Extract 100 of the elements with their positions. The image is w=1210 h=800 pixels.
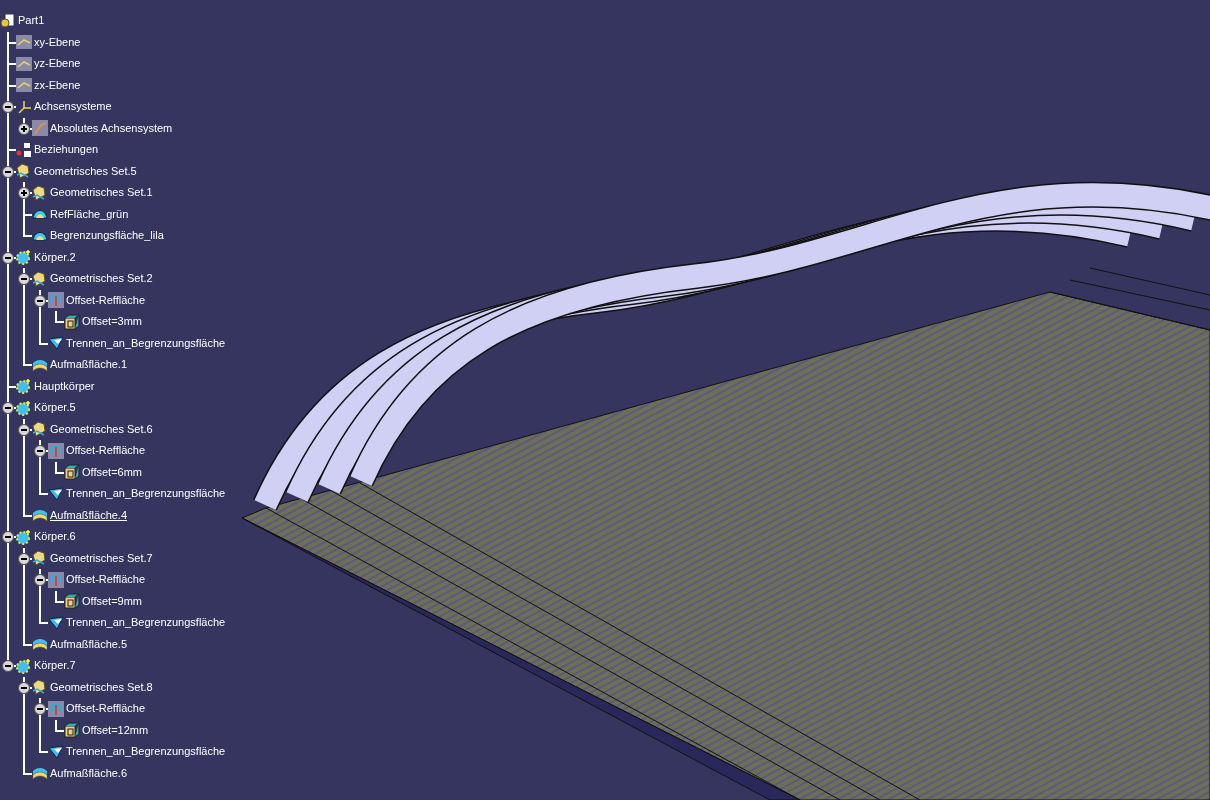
tree-node[interactable]: Geometrisches Set.1 <box>32 182 226 204</box>
cube-icon <box>64 593 80 610</box>
tree-node[interactable]: Offset-Reffläche <box>48 289 226 311</box>
node-label: Begrenzungsfläche_lila <box>50 230 164 242</box>
node-label: Geometrisches Set.5 <box>34 165 137 177</box>
collapse-toggle[interactable] <box>18 273 30 285</box>
collapse-toggle[interactable] <box>18 552 30 565</box>
tree-node[interactable]: Aufmaßfläche.4 <box>32 504 226 526</box>
collapse-toggle[interactable] <box>2 531 14 543</box>
node-label: Geometrisches Set.2 <box>50 273 153 285</box>
collapse-toggle[interactable] <box>34 703 46 715</box>
node-label: Geometrisches Set.1 <box>50 187 153 199</box>
collapse-toggle[interactable] <box>34 294 46 307</box>
offset-surface-icon <box>48 292 64 309</box>
tree-node[interactable]: Geometrisches Set.5 <box>16 160 226 182</box>
expand-toggle[interactable] <box>18 187 30 199</box>
tree-node[interactable]: Geometrisches Set.8 <box>32 676 226 698</box>
tree-node[interactable]: Trennen_an_Begrenzungsfläche <box>48 332 226 354</box>
tree-node[interactable]: zx-Ebene <box>16 74 226 96</box>
node-label: Offset=9mm <box>82 595 142 607</box>
tree-node[interactable]: Begrenzungsfläche_lila <box>32 225 226 247</box>
node-label: Geometrisches Set.6 <box>50 423 153 435</box>
tree-node[interactable]: Offset=9mm <box>64 590 226 612</box>
node-label: Offset-Reffläche <box>66 703 146 715</box>
tree-node[interactable]: Körper.6 <box>16 526 226 548</box>
node-label: Offset-Reffläche <box>66 445 146 457</box>
tree-node[interactable]: Aufmaßfläche.6 <box>32 762 226 784</box>
tree-node[interactable]: Beziehungen <box>16 139 226 161</box>
node-label: Aufmaßfläche.4 <box>50 509 128 521</box>
node-label: yz-Ebene <box>34 58 81 70</box>
collapse-toggle[interactable] <box>2 101 14 113</box>
cube-icon <box>64 464 80 481</box>
node-label: Geometrisches Set.8 <box>50 681 153 693</box>
axis-icon <box>16 98 32 115</box>
collapse-toggle[interactable] <box>34 574 46 586</box>
tree-node[interactable]: Körper.7 <box>16 655 226 677</box>
node-label: Offset=6mm <box>82 466 142 478</box>
split-icon <box>48 743 64 760</box>
node-label: zx-Ebene <box>34 79 81 91</box>
tree-node[interactable]: Absolutes Achsensystem <box>32 117 226 139</box>
node-label: Aufmaßfläche.5 <box>50 638 128 650</box>
tree-node[interactable]: Geometrisches Set.7 <box>32 547 226 569</box>
thick-surface-icon <box>32 636 48 653</box>
collapse-toggle[interactable] <box>2 660 14 672</box>
tree-node[interactable]: Part1 <box>0 10 226 32</box>
plane-icon <box>16 77 32 94</box>
tree-node[interactable]: Trennen_an_Begrenzungsfläche <box>48 741 226 763</box>
offset-surface-icon <box>48 442 64 459</box>
axis-system-icon <box>32 120 48 137</box>
tree-node[interactable]: yz-Ebene <box>16 53 226 75</box>
split-icon <box>48 335 64 352</box>
node-label: Hauptkörper <box>34 380 95 392</box>
node-label: Offset=3mm <box>82 316 142 328</box>
tree-node[interactable]: Offset-Reffläche <box>48 569 226 591</box>
node-label: Offset=12mm <box>82 724 149 736</box>
plane-icon <box>16 34 32 51</box>
gear-icon <box>16 657 32 674</box>
node-label: Part1 <box>18 15 45 27</box>
node-label: Körper.6 <box>34 531 76 543</box>
tree-node[interactable]: xy-Ebene <box>16 31 226 53</box>
plane-icon <box>16 55 32 72</box>
node-label: RefFläche_grün <box>50 208 129 220</box>
cube-icon <box>64 313 80 330</box>
tree-node[interactable]: Geometrisches Set.2 <box>32 268 226 290</box>
tree-node[interactable]: Hauptkörper <box>16 375 226 397</box>
offset-surface-icon <box>48 571 64 588</box>
node-label: Achsensysteme <box>34 101 112 113</box>
tree-node[interactable]: Offset=12mm <box>64 719 226 741</box>
tree-node[interactable]: Geometrisches Set.6 <box>32 418 226 440</box>
split-icon <box>48 485 64 502</box>
collapse-toggle[interactable] <box>2 402 14 414</box>
node-label: Absolutes Achsensystem <box>50 122 173 134</box>
node-label: Trennen_an_Begrenzungsfläche <box>66 617 226 629</box>
tree-node[interactable]: Offset=6mm <box>64 461 226 483</box>
expand-toggle[interactable] <box>18 122 30 135</box>
gear-icon <box>16 378 32 395</box>
tree-node[interactable]: Achsensysteme <box>16 96 226 118</box>
thick-surface-icon <box>32 765 48 782</box>
tree-node[interactable]: Trennen_an_Begrenzungsfläche <box>48 483 226 505</box>
node-label: Aufmaßfläche.6 <box>50 767 128 779</box>
tree-node[interactable]: Offset=3mm <box>64 311 226 333</box>
collapse-toggle[interactable] <box>34 445 46 457</box>
collapse-toggle[interactable] <box>2 251 14 264</box>
tree-node[interactable]: RefFläche_grün <box>32 203 226 225</box>
tree-node[interactable]: Körper.5 <box>16 397 226 419</box>
tree-node[interactable]: Aufmaßfläche.5 <box>32 633 226 655</box>
collapse-toggle[interactable] <box>18 423 30 436</box>
node-label: Offset-Reffläche <box>66 294 146 306</box>
node-label: Beziehungen <box>34 144 99 156</box>
split-icon <box>48 614 64 631</box>
tree-node[interactable]: Offset-Reffläche <box>48 698 226 720</box>
collapse-toggle[interactable] <box>18 681 30 694</box>
node-label: Körper.7 <box>34 660 76 672</box>
tree-node[interactable]: Trennen_an_Begrenzungsfläche <box>48 612 226 634</box>
relations-icon <box>16 141 32 158</box>
collapse-toggle[interactable] <box>2 165 14 178</box>
tree-node[interactable]: Körper.2 <box>16 246 226 268</box>
cube-icon <box>64 722 80 739</box>
tree-node[interactable]: Aufmaßfläche.1 <box>32 354 226 376</box>
tree-node[interactable]: Offset-Reffläche <box>48 440 226 462</box>
